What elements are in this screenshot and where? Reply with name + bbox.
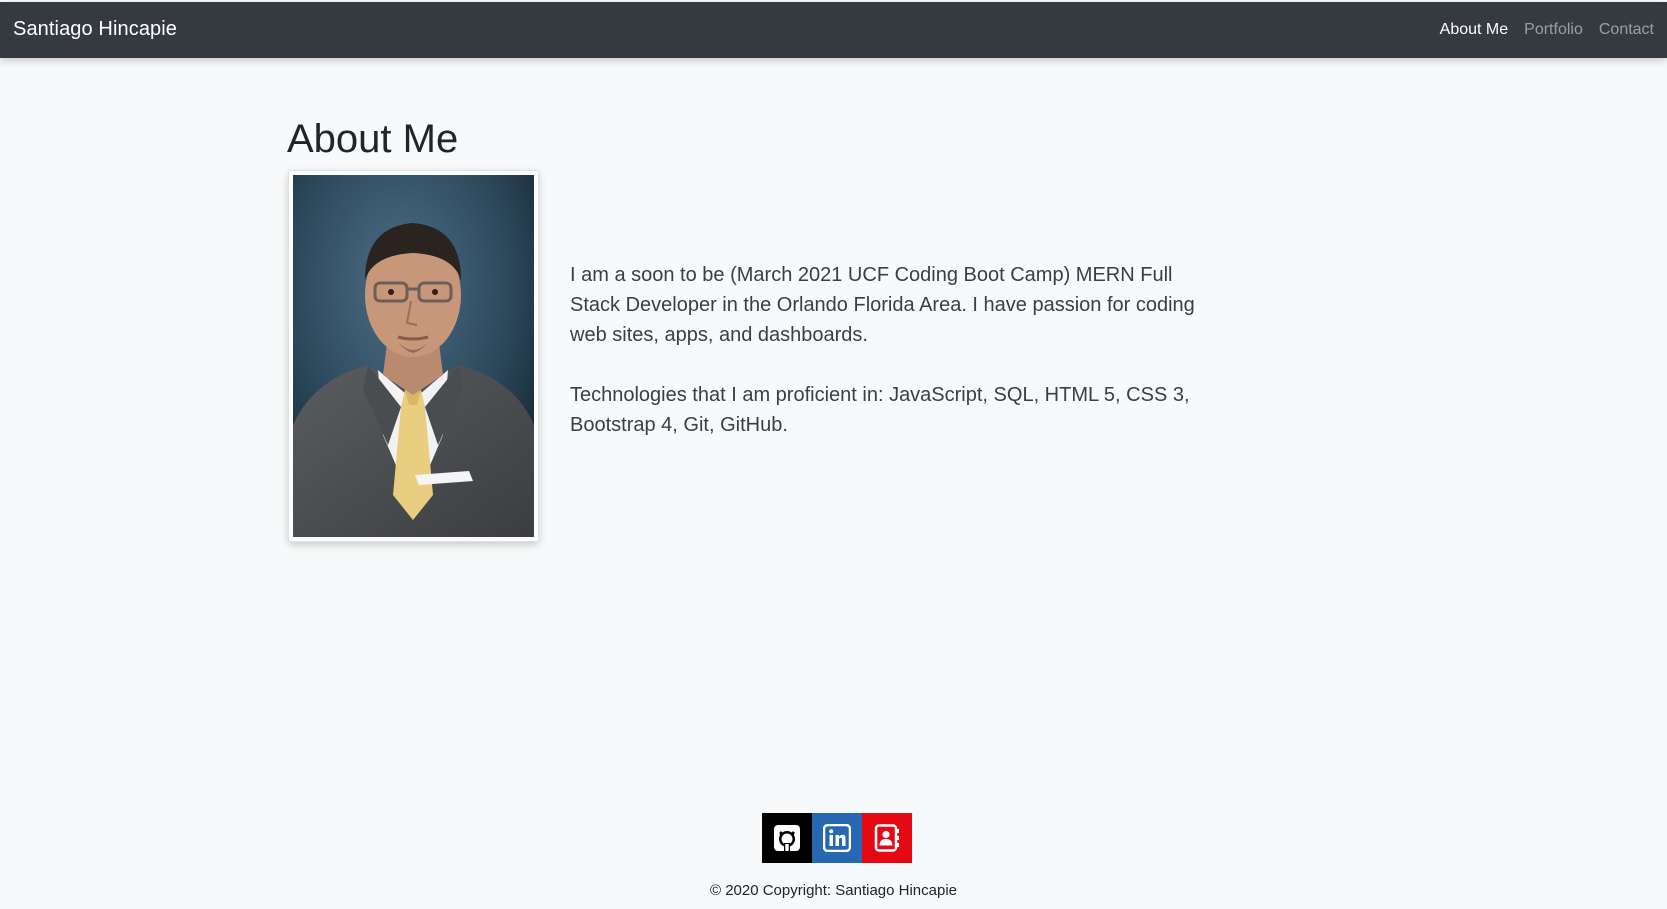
bio-paragraph-1: I am a soon to be (March 2021 UCF Coding…	[570, 264, 1195, 346]
nav-contact[interactable]: Contact	[1599, 21, 1654, 39]
portrait-image	[293, 175, 534, 537]
nav-links: About Me Portfolio Contact	[1440, 21, 1654, 39]
profile-photo	[288, 170, 539, 542]
linkedin-icon	[823, 824, 851, 852]
brand-link[interactable]: Santiago Hincapie	[13, 18, 177, 41]
github-link[interactable]	[762, 813, 812, 863]
bio-text: I am a soon to be (March 2021 UCF Coding…	[570, 260, 1210, 470]
page-title: About Me	[287, 117, 459, 161]
copyright-text: © 2020 Copyright: Santiago Hincapie	[709, 882, 958, 899]
social-links	[762, 813, 912, 863]
contact-link[interactable]	[862, 813, 912, 863]
nav-about-me[interactable]: About Me	[1440, 21, 1508, 39]
linkedin-link[interactable]	[812, 813, 862, 863]
nav-portfolio[interactable]: Portfolio	[1524, 21, 1583, 39]
bio-paragraph-2: Technologies that I am proficient in: Ja…	[570, 384, 1190, 436]
github-icon	[774, 825, 800, 851]
contact-book-icon	[874, 824, 899, 852]
navbar: Santiago Hincapie About Me Portfolio Con…	[0, 2, 1667, 58]
